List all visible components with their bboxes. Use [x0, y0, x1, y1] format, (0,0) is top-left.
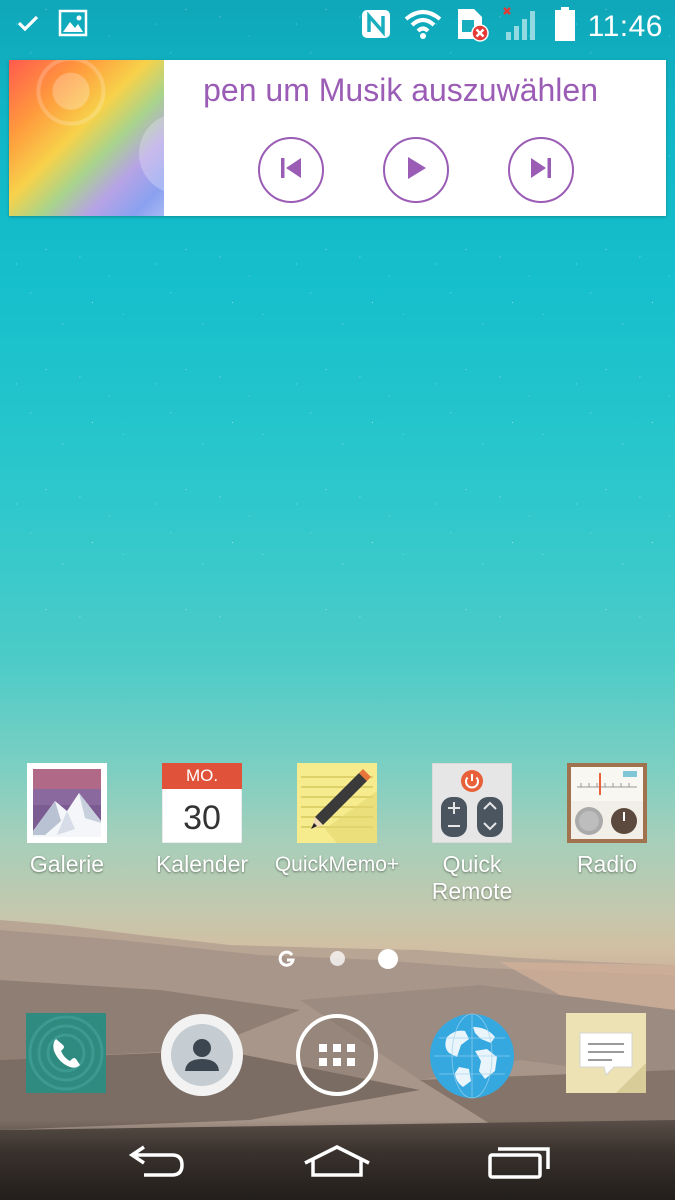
- home-button[interactable]: [292, 1138, 382, 1188]
- dock-app-drawer[interactable]: [295, 1013, 381, 1099]
- play-icon: [403, 155, 429, 186]
- calendar-weekday: MO.: [185, 766, 219, 785]
- dock-browser[interactable]: [429, 1013, 515, 1099]
- dock-messages[interactable]: [566, 1013, 652, 1099]
- sim-error-icon: [454, 6, 490, 47]
- page-dot-active[interactable]: [378, 949, 398, 969]
- app-quickmemo[interactable]: QuickMemo+: [272, 763, 402, 878]
- next-icon: [528, 155, 554, 186]
- dock-contacts[interactable]: [160, 1013, 246, 1099]
- play-button[interactable]: [383, 137, 449, 203]
- music-widget[interactable]: pen um Musik auszuwählen: [9, 60, 666, 216]
- music-title-marquee: pen um Musik auszuwählen: [164, 70, 666, 120]
- app-drawer-icon: [295, 1014, 379, 1101]
- back-button[interactable]: [110, 1138, 200, 1188]
- back-icon: [120, 1141, 190, 1186]
- nfc-icon: [360, 8, 392, 45]
- status-bar: 11:46: [0, 0, 675, 50]
- app-kalender[interactable]: MO. 30 Kalender: [137, 763, 267, 878]
- wifi-icon: [404, 8, 442, 45]
- quickmemo-icon: [297, 763, 377, 843]
- messages-icon: [566, 1013, 646, 1097]
- app-label: Kalender: [155, 851, 249, 877]
- google-g-icon[interactable]: [278, 950, 296, 973]
- browser-globe-icon: [429, 1013, 515, 1103]
- signal-icon: [502, 6, 542, 47]
- clock: 11:46: [587, 9, 663, 43]
- app-label: Quick Remote: [431, 851, 513, 904]
- gallery-icon: [27, 763, 107, 843]
- app-label: QuickMemo+: [274, 853, 400, 876]
- previous-icon: [278, 155, 304, 186]
- music-title: pen um Musik auszuwählen: [203, 72, 598, 108]
- dock-phone[interactable]: [26, 1013, 112, 1099]
- home-icon: [299, 1141, 375, 1186]
- page-dot-inactive[interactable]: [330, 951, 345, 966]
- phone-icon: [26, 1013, 106, 1097]
- page-indicator[interactable]: [0, 944, 675, 974]
- album-art[interactable]: [9, 60, 164, 216]
- previous-button[interactable]: [258, 137, 324, 203]
- app-label: Radio: [576, 851, 638, 877]
- app-galerie[interactable]: Galerie: [2, 763, 132, 878]
- check-icon: [16, 11, 40, 40]
- app-radio[interactable]: Radio: [542, 763, 672, 878]
- image-icon: [58, 8, 88, 43]
- recent-apps-icon: [484, 1141, 554, 1186]
- app-quick-remote[interactable]: Quick Remote: [407, 762, 537, 905]
- radio-icon: [567, 763, 647, 843]
- calendar-date: 30: [183, 799, 221, 837]
- recent-apps-button[interactable]: [474, 1138, 564, 1188]
- battery-icon: [554, 6, 576, 47]
- app-label: Galerie: [29, 851, 105, 877]
- navigation-bar: [0, 1120, 675, 1200]
- remote-icon: [431, 762, 513, 844]
- next-button[interactable]: [508, 137, 574, 203]
- contacts-icon: [160, 1014, 244, 1101]
- calendar-icon: MO. 30: [162, 763, 242, 843]
